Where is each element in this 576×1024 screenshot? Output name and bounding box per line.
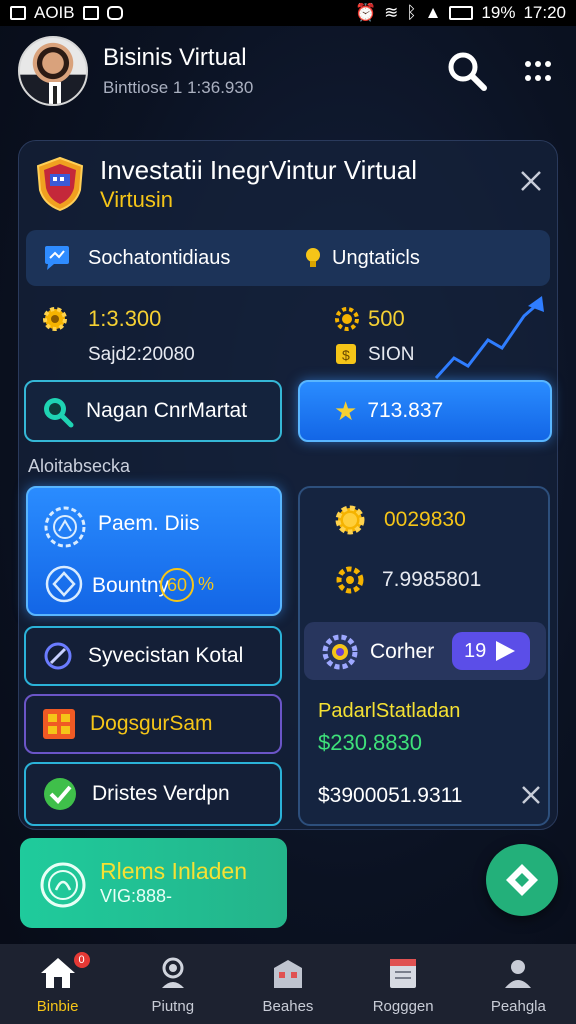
home-icon [40,958,75,988]
dogsgur-button[interactable]: DogsgurSam [24,694,282,754]
trend-arrow-icon [434,296,544,380]
info-strip[interactable]: Sochatontidiaus Ungtaticls [26,230,550,286]
coher-label: Corher [370,640,435,663]
app-subtitle: Binttiose 1 1:36.930 [103,78,254,97]
status-left-text: AOIB [34,3,75,22]
nav-label: Peahgla [490,998,546,1015]
nav-label: Binbie [36,998,79,1015]
app-title: Bisinis Virtual [103,44,247,71]
more-options-icon[interactable] [518,52,558,92]
stats-value-1: 0029830 [384,508,466,531]
nav-item-piutng[interactable]: Piutng [123,944,223,1024]
building-icon [273,960,302,988]
bottom-navigation: 0 Binbie Piutng Beahes Rogggen Peahgla [0,944,576,1024]
wifi-icon: ≋ [384,3,399,22]
gear-icon [336,566,364,594]
battery-text: 19% [481,3,516,22]
percent-sign: % [198,574,215,594]
stat-left-sub: Sajd2:20080 [88,344,195,365]
section-label: Aloitabsecka [28,456,131,476]
checkmark-icon [44,778,76,810]
nav-item-beahes[interactable]: Beahes [238,944,338,1024]
play-button[interactable]: 19 [452,632,530,670]
panel-title: Investatii InegrVintur Virtual [100,155,417,185]
notification-badge: 0 [73,952,90,968]
coin-icon: $ [336,344,356,364]
bottom-value: $3900051.9311 [318,784,463,807]
sun-icon [335,505,365,535]
stat-right-value: 500 [368,306,405,331]
gear-icon [43,307,67,331]
floating-action-button[interactable] [486,844,558,916]
signal-icon: ▲ [424,3,442,22]
magan-label: Nagan CnrMartat [86,399,248,422]
lightbulb-icon [306,248,320,267]
avatar[interactable] [18,36,88,106]
nav-item-peahgla[interactable]: Peahgla [468,944,568,1024]
diamond-icon [45,565,83,603]
promo-title: Rlems Inladen [100,858,248,884]
nav-item-rogggen[interactable]: Rogggen [353,944,453,1024]
settings-gear-icon [322,634,358,670]
nav-label: Rogggen [372,998,434,1015]
info-left-label: Sochatontidiaus [88,247,231,269]
image-icon [10,6,26,20]
person-icon [161,957,184,988]
dristes-label: Dristes Verdpn [92,782,230,805]
close-icon[interactable] [520,784,542,806]
bluetooth-icon: ᛒ [406,3,417,22]
nav-label: Piutng [151,998,195,1015]
dristes-button[interactable]: Dristes Verdpn [24,762,282,826]
grid-icon [43,709,75,739]
panel-subtitle: Virtusin [100,187,173,212]
messenger-icon [106,6,123,20]
battery-icon [449,6,474,20]
globe-gear-icon [44,506,86,548]
promo-subtitle: VIG:888- [100,886,173,906]
star-icon: ★ [334,395,358,426]
star-value-button[interactable]: ★ 713.837 [298,380,552,442]
document-icon [390,959,417,988]
shield-icon [36,156,84,212]
nav-item-binbie[interactable]: 0 Binbie [8,944,108,1024]
alarm-icon: ⏰ [354,3,377,22]
link-icon [44,642,72,670]
stat-right-sub: SION [368,344,415,365]
svg-text:$: $ [342,347,350,363]
syvecistan-label: Syvecistan Kotal [88,644,244,667]
play-icon [496,641,515,661]
dogsgur-label: DogsgurSam [90,712,213,735]
leaf-badge-icon [40,862,86,908]
close-icon[interactable] [518,168,544,194]
paem-card[interactable]: Paem. Diis Bountny 60 % [26,486,282,616]
stats-value-2: 7.9985801 [382,568,482,591]
paem-label: Paem. Diis [98,512,200,535]
status-time: 17:20 [523,3,566,22]
search-icon[interactable] [446,50,488,92]
app-header: Bisinis Virtual Binttiose 1 1:36.930 [0,26,576,130]
padar-value: $230.8830 [318,730,422,755]
syvecistan-button[interactable]: Syvecistan Kotal [24,626,282,686]
info-right-label: Ungtaticls [332,247,420,269]
gear-icon [335,307,359,331]
bountry-percent-badge: 60 [160,568,194,602]
nav-label: Beahes [262,998,314,1015]
bountry-label: Bountny [92,574,170,597]
user-icon [505,960,532,988]
search-icon [44,398,74,428]
status-bar: AOIB ⏰ ≋ ᛒ ▲ 19% 17:20 [0,0,576,26]
promo-card[interactable]: Rlems Inladen VIG:888- [20,838,287,928]
stat-left-value: 1:3.300 [88,306,162,331]
padar-label: PadarlStatladan [318,700,461,722]
chat-icon [45,246,69,270]
mail-icon [82,6,99,20]
star-value: 713.837 [367,399,444,422]
diamond-arrow-icon [506,864,538,896]
magan-button[interactable]: Nagan CnrMartat [24,380,282,442]
play-number: 19 [464,640,487,662]
